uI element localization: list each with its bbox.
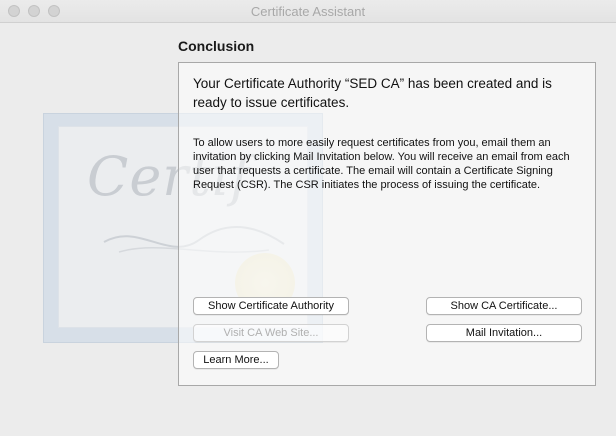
- visit-ca-web-site-button: Visit CA Web Site...: [193, 324, 349, 342]
- show-certificate-authority-button[interactable]: Show Certificate Authority: [193, 297, 349, 315]
- title-bar: Certificate Assistant: [0, 0, 616, 23]
- content-panel: Your Certificate Authority “SED CA” has …: [178, 62, 596, 386]
- page-title: Conclusion: [178, 38, 255, 54]
- success-message: Your Certificate Authority “SED CA” has …: [193, 76, 552, 110]
- window-title: Certificate Assistant: [250, 4, 366, 19]
- show-ca-certificate-button[interactable]: Show CA Certificate...: [426, 297, 582, 315]
- mail-invitation-button[interactable]: Mail Invitation...: [426, 324, 582, 342]
- instructions-text: To allow users to more easily request ce…: [193, 137, 570, 191]
- learn-more-button[interactable]: Learn More...: [193, 351, 279, 369]
